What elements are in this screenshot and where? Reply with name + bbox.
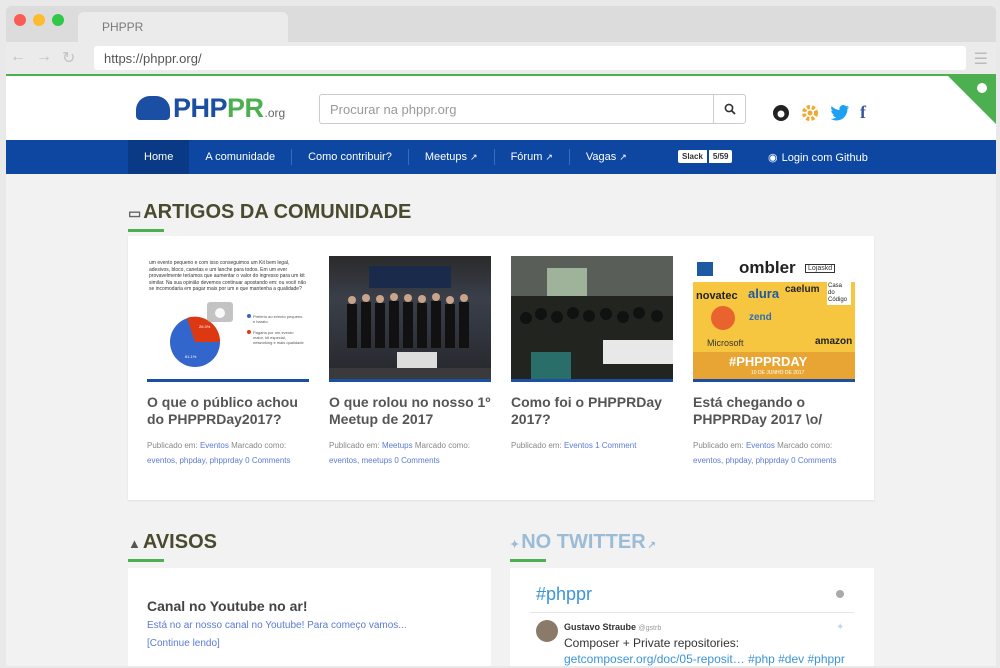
browser-toolbar: ← → ↻ https://phppr.org/ ☰ [6, 42, 996, 74]
external-link-icon: ↗ [545, 151, 553, 162]
search-icon [724, 103, 736, 115]
bell-icon: ▲ [128, 536, 141, 551]
logo-text: PHPPR [173, 93, 264, 123]
aviso-text: Está no ar nosso canal no Youtube! Para … [147, 620, 407, 631]
page-content: PHPPR .org f Home A comunidade Como [6, 74, 996, 666]
article-thumbnail[interactable] [511, 256, 673, 382]
twitter-section-title: ✦ NO TWITTER ↗ [510, 531, 657, 562]
search-input[interactable] [320, 95, 710, 123]
github-icon: ◉ [768, 152, 778, 164]
article-card[interactable]: Como foi o PHPPRDay 2017? Publicado em: … [511, 256, 673, 453]
nav-vagas[interactable]: Vagas ↗ [570, 149, 643, 165]
twitter-card: #phppr Gustavo Straube @gstrb ✦ Composer… [510, 568, 874, 666]
article-title[interactable]: O que o público achou do PHPPRDay2017? [147, 394, 309, 428]
search-button[interactable] [713, 95, 745, 123]
tweet-text: Composer + Private repositories: [564, 636, 740, 650]
nav-home[interactable]: Home [128, 140, 190, 174]
login-github-link[interactable]: ◉ Login com Github [768, 151, 868, 164]
avisos-card: Canal no Youtube no ar! Está no ar nosso… [128, 568, 491, 666]
tweet-bird-icon: ✦ [836, 622, 845, 633]
tweet-divider [530, 612, 854, 613]
twitter-icon[interactable] [830, 104, 850, 121]
reload-icon[interactable]: ↻ [62, 48, 75, 68]
nav-forum[interactable]: Fórum ↗ [495, 149, 570, 165]
meetup-photo [329, 266, 491, 379]
comments-link[interactable]: 0 Comments [394, 456, 439, 465]
artigos-section-title: ▭ ARTIGOS DA COMUNIDADE [128, 201, 412, 232]
tweet-link[interactable]: getcomposer.org/doc/05-reposit… #php #de… [564, 652, 845, 666]
article-meta: Publicado em: Eventos Marcado como: even… [693, 441, 837, 465]
external-link-icon: ↗ [470, 151, 478, 162]
external-link-icon: ↗ [619, 151, 627, 162]
article-title[interactable]: Está chegando o PHPPRDay 2017 \o/ [693, 394, 855, 428]
browser-tab[interactable]: PHPPR [78, 12, 288, 42]
nav-meetups[interactable]: Meetups ↗ [409, 149, 495, 165]
elephant-logo-icon [136, 96, 170, 120]
github-corner-icon[interactable] [946, 74, 996, 124]
window-controls [14, 14, 64, 26]
tags-link[interactable]: eventos, phpday, phpprday [693, 456, 789, 465]
info-icon[interactable] [836, 590, 844, 598]
article-meta: Publicado em: Eventos 1 Comment [511, 441, 637, 450]
close-window-button[interactable] [14, 14, 26, 26]
article-card[interactable]: um evento pequeno e com isso conseguimos… [147, 256, 309, 468]
hamburger-menu-icon[interactable]: ☰ [974, 49, 988, 69]
event-crowd-photo [511, 256, 673, 379]
article-thumbnail[interactable]: ombler Lojaskd novatec alura caelum Casa… [693, 256, 855, 382]
tags-link[interactable]: eventos, meetups [329, 456, 392, 465]
continue-reading-link[interactable]: [Continue lendo] [147, 638, 220, 649]
article-card[interactable]: ombler Lojaskd novatec alura caelum Casa… [693, 256, 855, 468]
tab-bar: PHPPR [6, 6, 996, 42]
slack-gear-icon[interactable] [800, 103, 820, 123]
maximize-window-button[interactable] [52, 14, 64, 26]
comments-link[interactable]: 0 Comments [245, 456, 290, 465]
browser-window: PHPPR ← → ↻ https://phppr.org/ ☰ PHPPR .… [6, 6, 996, 666]
article-meta: Publicado em: Eventos Marcado como: even… [147, 441, 291, 465]
article-thumbnail[interactable]: um evento pequeno e com isso conseguimos… [147, 256, 309, 382]
nav-como-contribuir[interactable]: Como contribuir? [292, 149, 409, 165]
social-links: f [772, 102, 866, 123]
url-bar[interactable]: https://phppr.org/ [94, 46, 966, 70]
logo-org: .org [264, 106, 286, 120]
article-meta: Publicado em: Meetups Marcado como: even… [329, 441, 470, 465]
site-logo[interactable]: PHPPR .org [136, 93, 286, 123]
forward-arrow-icon[interactable]: → [36, 48, 52, 68]
slack-badge[interactable]: Slack 5/59 [678, 150, 733, 163]
external-link-icon: ↗ [647, 540, 657, 551]
document-icon: ▭ [128, 205, 142, 221]
search-box [319, 94, 746, 124]
avisos-section-title: ▲ AVISOS [128, 531, 217, 562]
twitter-bird-icon: ✦ [510, 539, 520, 551]
facebook-icon[interactable]: f [860, 102, 866, 123]
main-navbar: Home A comunidade Como contribuir? Meetu… [6, 140, 996, 174]
article-title[interactable]: O que rolou no nosso 1º Meetup de 2017 [329, 394, 491, 428]
articles-card: um evento pequeno e com isso conseguimos… [128, 236, 874, 500]
aviso-title[interactable]: Canal no Youtube no ar! [147, 598, 308, 614]
twitter-handle[interactable]: #phppr [536, 584, 592, 605]
article-thumbnail[interactable] [329, 256, 491, 382]
site-header: PHPPR .org f [6, 74, 996, 140]
article-card[interactable]: O que rolou no nosso 1º Meetup de 2017 P… [329, 256, 491, 468]
article-title[interactable]: Como foi o PHPPRDay 2017? [511, 394, 673, 428]
tags-link[interactable]: eventos, phpday, phpprday [147, 456, 243, 465]
comments-link[interactable]: 0 Comments [791, 456, 836, 465]
github-icon[interactable] [772, 104, 790, 122]
category-link[interactable]: Eventos [200, 441, 229, 450]
back-arrow-icon[interactable]: ← [10, 48, 26, 68]
nav-comunidade[interactable]: A comunidade [189, 149, 293, 165]
category-link[interactable]: Meetups [382, 441, 413, 450]
comments-link[interactable]: 1 Comment [595, 441, 636, 450]
minimize-window-button[interactable] [33, 14, 45, 26]
category-link[interactable]: Eventos [564, 441, 593, 450]
category-link[interactable]: Eventos [746, 441, 775, 450]
tweet-avatar[interactable] [536, 620, 558, 642]
tweet-author[interactable]: Gustavo Straube @gstrb [564, 622, 661, 632]
